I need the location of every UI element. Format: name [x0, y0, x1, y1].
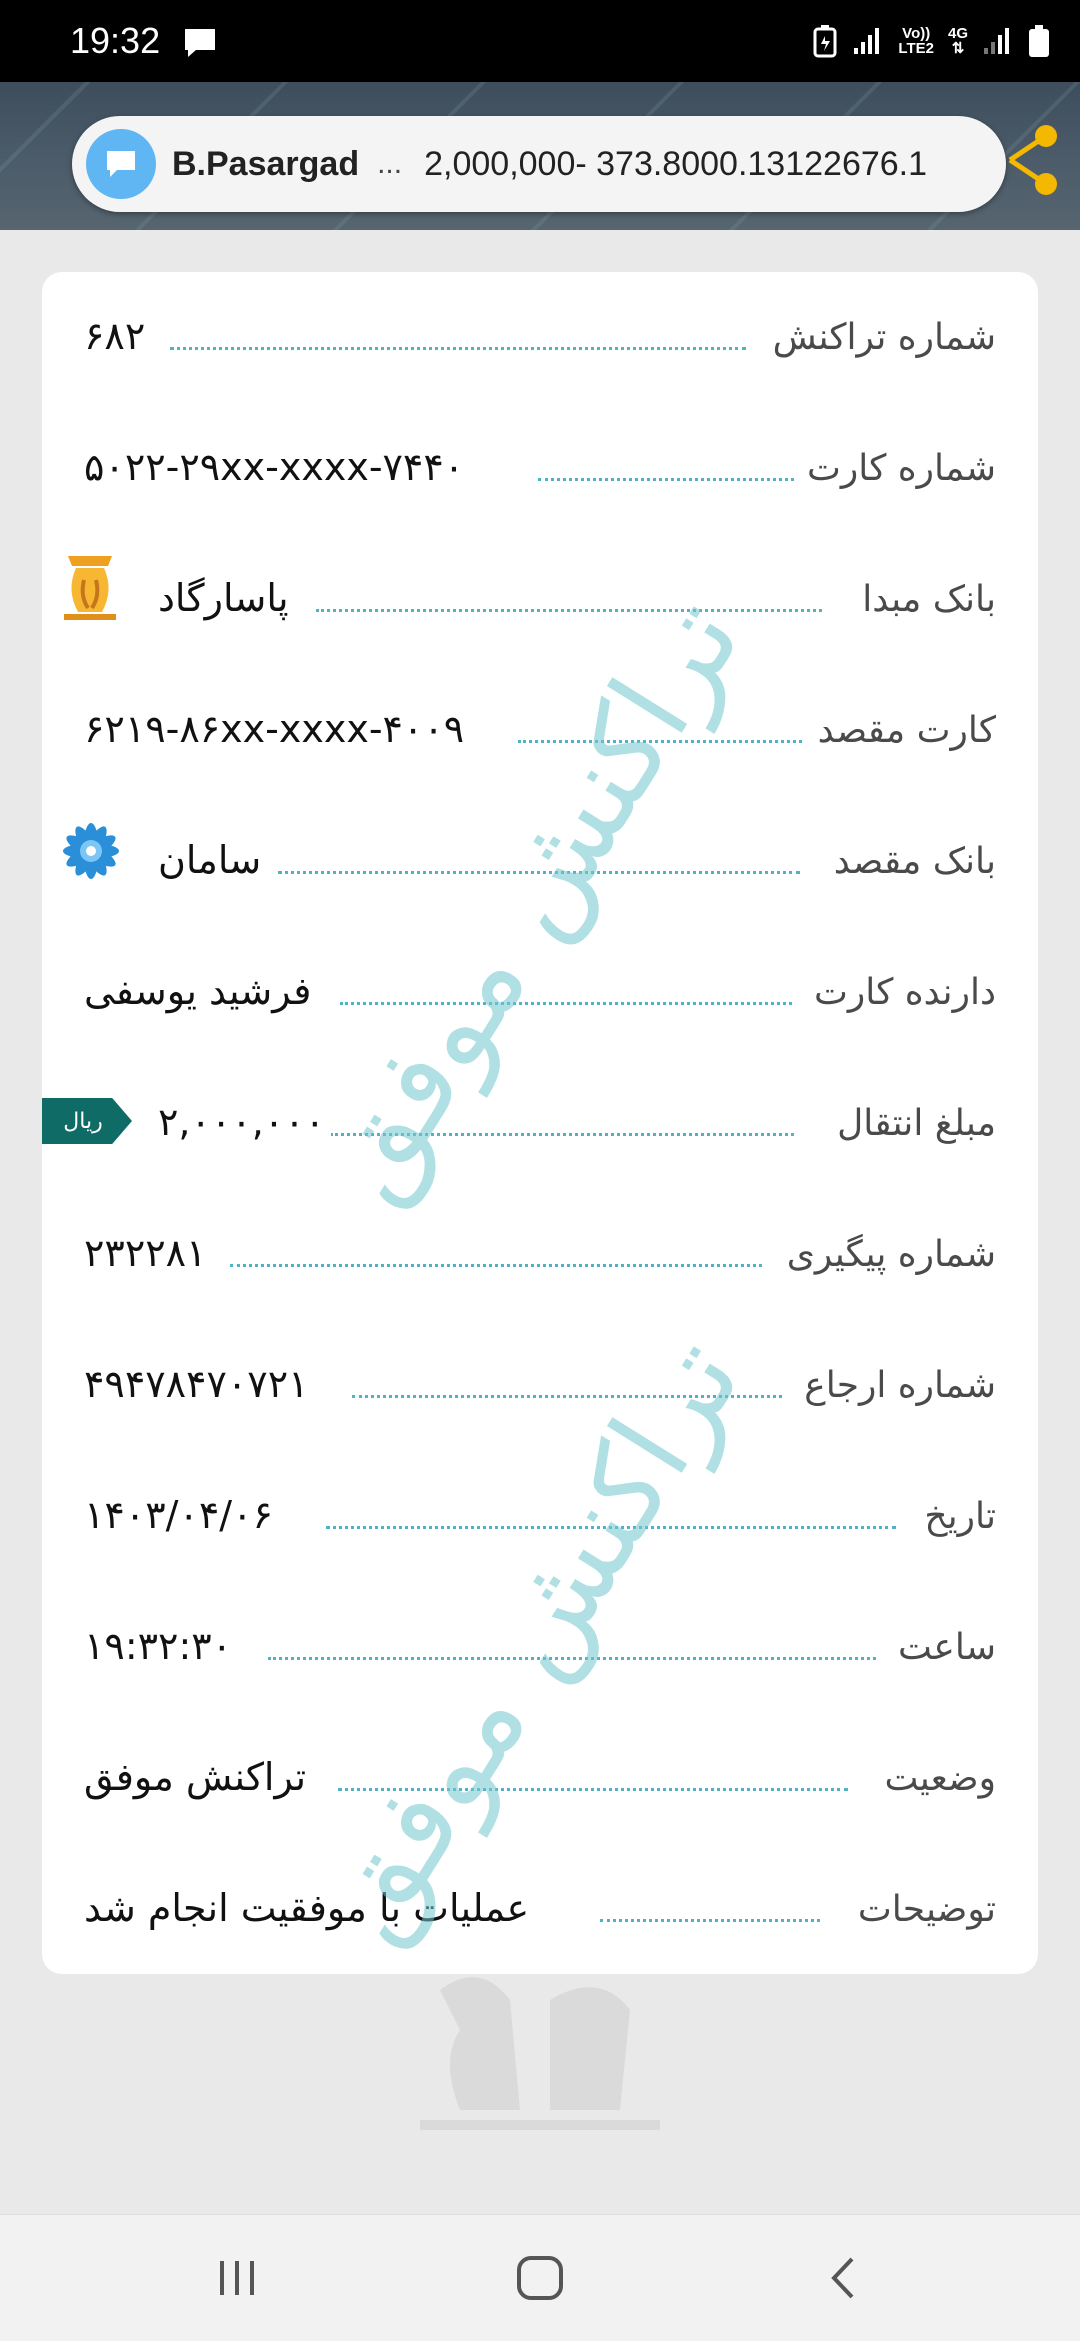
signal-icon-sim2 — [984, 28, 1009, 54]
time-label: ساعت — [898, 1627, 996, 1668]
pasargad-logo-icon — [64, 556, 116, 620]
card-holder-value: فرشید یوسفی — [84, 969, 318, 1013]
receipt-row-time: ساعت ۱۹:۳۲:۳۰ — [42, 1602, 1038, 1682]
receipt-row-tracking-number: شماره پیگیری ۲۳۲۲۸۱ — [42, 1209, 1038, 1289]
home-icon[interactable] — [514, 2253, 566, 2303]
status-time: 19:32 — [70, 20, 161, 61]
back-icon[interactable] — [822, 2253, 862, 2303]
status-label: وضعیت — [884, 1758, 996, 1799]
description-value: عملیات با موفقیت انجام شد — [84, 1886, 536, 1930]
chat-bubble-icon — [107, 151, 135, 177]
notification-avatar — [86, 129, 156, 199]
system-navigation-bar — [0, 2214, 1080, 2341]
receipt-row-transaction-number: شماره تراکنش ۶۸۲ — [42, 292, 1038, 372]
notification-sender: B.Pasargad — [172, 144, 360, 183]
status-icons: Vo)) LTE2 4G ⇅ — [812, 18, 1050, 64]
receipt-row-destination-bank: بانک مقصد سامان — [42, 816, 1038, 896]
network-type-indicator: 4G ⇅ — [948, 26, 968, 56]
receipt-row-reference-number: شماره ارجاع ۴۹۴۷۸۴۷۰۷۲۱ — [42, 1340, 1038, 1420]
dotted-leader — [518, 740, 802, 743]
receipt-row-source-bank: بانک مبدا پاسارگاد — [42, 554, 1038, 634]
destination-card-label: کارت مقصد — [817, 710, 996, 751]
dotted-leader — [600, 1919, 820, 1922]
battery-saver-icon — [813, 25, 837, 58]
card-number-value: ۵۰۲۲-۲۹xx-xxxx-۷۴۴۰ — [84, 445, 471, 489]
dotted-leader — [340, 1002, 792, 1005]
card-number-label: شماره کارت — [806, 448, 996, 489]
time-value: ۱۹:۳۲:۳۰ — [84, 1624, 239, 1668]
signal-icon-sim1 — [854, 28, 880, 54]
transfer-amount-label: مبلغ انتقال — [837, 1103, 996, 1144]
volte-label: Vo)) — [902, 25, 931, 42]
battery-icon — [1029, 25, 1049, 57]
receipt-row-transfer-amount: مبلغ انتقال ۲,۰۰۰,۰۰۰ ریال — [42, 1078, 1038, 1158]
dotted-leader — [170, 347, 746, 350]
saman-logo-icon — [63, 823, 119, 879]
card-holder-label: دارنده کارت — [813, 972, 996, 1013]
receipt-card: شماره تراکنش ۶۸۲ شماره کارت ۵۰۲۲-۲۹xx-xx… — [42, 272, 1038, 1974]
reference-number-label: شماره ارجاع — [804, 1365, 996, 1406]
transaction-number-value: ۶۸۲ — [84, 314, 152, 358]
receipt-row-card-number: شماره کارت ۵۰۲۲-۲۹xx-xxxx-۷۴۴۰ — [42, 423, 1038, 503]
background-emblem — [420, 1977, 660, 2130]
network-type-label: 4G — [947, 25, 968, 42]
dotted-leader — [316, 609, 822, 612]
dotted-leader — [230, 1264, 762, 1267]
receipt-row-destination-card: کارت مقصد ۶۲۱۹-۸۶xx-xxxx-۴۰۰۹ — [42, 685, 1038, 765]
description-label: توضیحات — [857, 1889, 996, 1930]
share-icon[interactable] — [1000, 122, 1066, 198]
tracking-number-value: ۲۳۲۲۸۱ — [84, 1231, 213, 1275]
volte-indicator: Vo)) LTE2 — [898, 26, 934, 56]
notification-ellipsis: ... — [377, 147, 403, 180]
source-bank-label: بانک مبدا — [862, 579, 996, 620]
message-notification-icon — [185, 29, 215, 57]
transaction-number-label: شماره تراکنش — [772, 317, 996, 358]
destination-card-value: ۶۲۱۹-۸۶xx-xxxx-۴۰۰۹ — [84, 707, 471, 751]
transfer-amount-value: ۲,۰۰۰,۰۰۰ — [158, 1100, 332, 1144]
status-bar: 19:32 Vo)) LTE2 4G ⇅ — [0, 0, 1080, 82]
date-value: ۱۴۰۳/۰۴/۰۶ — [84, 1493, 279, 1537]
destination-bank-value: سامان — [158, 838, 268, 882]
dotted-leader — [278, 871, 800, 874]
lte-label: LTE2 — [898, 40, 934, 57]
recent-apps-icon[interactable] — [212, 2253, 262, 2303]
receipt-row-card-holder: دارنده کارت فرشید یوسفی — [42, 947, 1038, 1027]
tracking-number-label: شماره پیگیری — [786, 1234, 996, 1275]
source-bank-value: پاسارگاد — [158, 576, 295, 620]
dotted-leader — [268, 1657, 876, 1660]
status-value: تراکنش موفق — [84, 1755, 313, 1799]
receipt-row-description: توضیحات عملیات با موفقیت انجام شد — [42, 1864, 1038, 1944]
data-arrows-icon: ⇅ — [951, 40, 965, 57]
receipt-row-status: وضعیت تراکنش موفق — [42, 1733, 1038, 1813]
dotted-leader — [538, 478, 794, 481]
receipt-row-date: تاریخ ۱۴۰۳/۰۴/۰۶ — [42, 1471, 1038, 1551]
dotted-leader — [326, 1526, 896, 1529]
notification-text: 2,000,000- 373.8000.13122676.1 — [424, 144, 928, 183]
currency-badge: ریال — [42, 1098, 132, 1144]
dotted-leader — [352, 1395, 782, 1398]
dotted-leader — [338, 1788, 848, 1791]
dotted-leader — [330, 1133, 794, 1136]
reference-number-value: ۴۹۴۷۸۴۷۰۷۲۱ — [84, 1362, 315, 1406]
destination-bank-label: بانک مقصد — [833, 841, 996, 882]
date-label: تاریخ — [924, 1496, 996, 1537]
sms-notification-banner[interactable]: B.Pasargad ... 2,000,000- 373.8000.13122… — [72, 116, 1006, 212]
